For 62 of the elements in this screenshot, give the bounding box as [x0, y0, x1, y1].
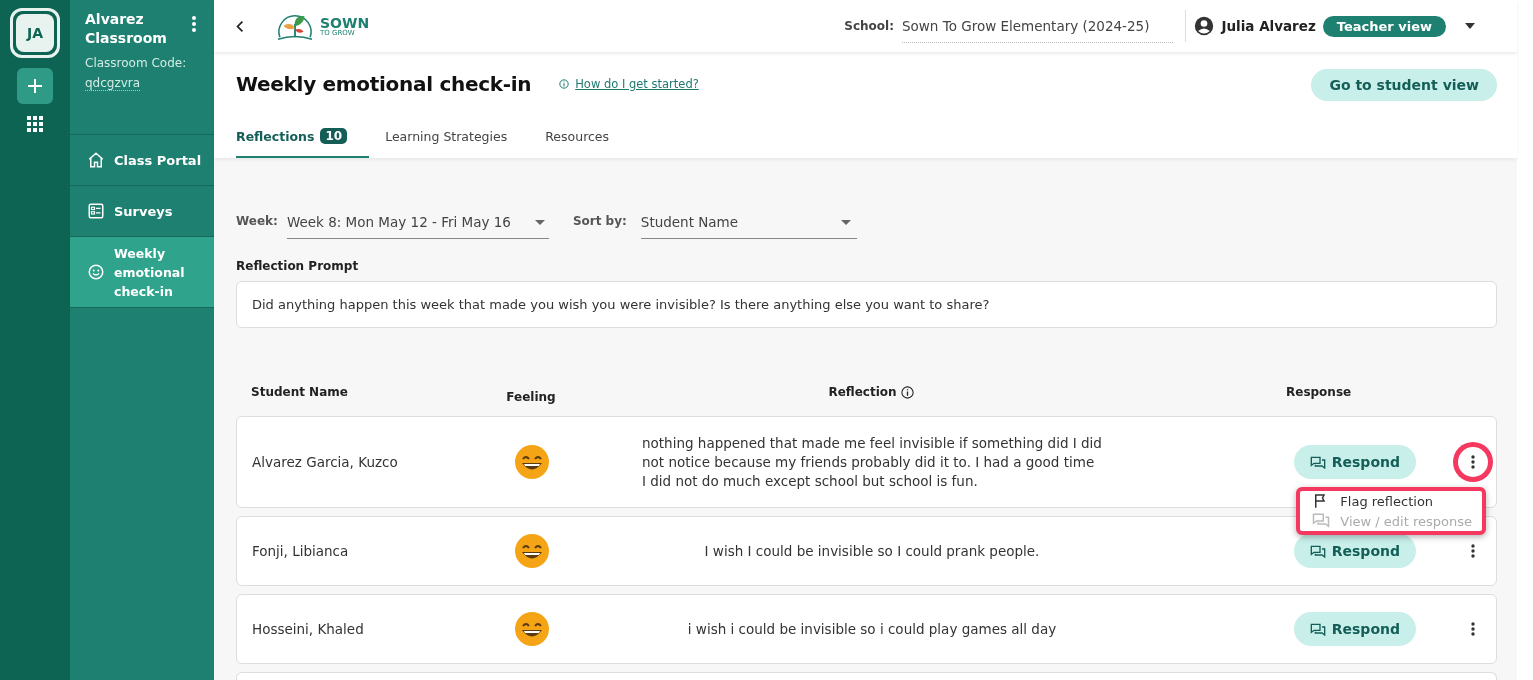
- tab[interactable]: Resources: [529, 116, 632, 158]
- user-name: Julia Alvarez: [1221, 18, 1316, 34]
- chevron-left-icon: [236, 19, 244, 33]
- count-badge: 10: [320, 128, 348, 144]
- account-icon: [1194, 16, 1215, 36]
- kebab-icon: [1471, 544, 1475, 558]
- reflection-text: I wish I could be invisible so I could prank people.: [704, 541, 1040, 561]
- kebab-icon: [1471, 622, 1475, 636]
- sort-label: Sort by:: [572, 213, 627, 228]
- chat-icon: [1309, 455, 1326, 469]
- week-label: Week:: [236, 213, 278, 228]
- reflection-text: nothing happened that made me feel invisible if something did I did not notice because my friends probably did it to. I had a good time I did not do much except school but school is fun.: [642, 433, 1102, 491]
- smiley-icon: [87, 263, 105, 281]
- grinning-face-icon: [514, 533, 550, 569]
- prompt-label: Reflection Prompt: [236, 259, 360, 273]
- kebab-icon: [192, 16, 196, 32]
- add-button[interactable]: [17, 68, 53, 104]
- student-name: Alvarez Garcia, Kuzco: [252, 454, 398, 470]
- caret-down-icon: [840, 219, 851, 225]
- school-label: School:: [844, 19, 894, 33]
- sidebar-item[interactable]: Weekly emotional check-in: [70, 237, 214, 308]
- classroom-code: qdcgzvra: [85, 76, 141, 91]
- grinning-face-icon: [514, 444, 550, 480]
- tab[interactable]: Learning Strategies: [369, 116, 530, 158]
- school-dropdown[interactable]: Sown To Grow Elementary (2024-25): [901, 13, 1174, 43]
- respond-button[interactable]: Respond: [1293, 445, 1416, 479]
- kebab-icon: [1471, 455, 1475, 469]
- grinning-face-icon: [514, 611, 550, 647]
- info-icon: [900, 385, 914, 399]
- caret-down-icon: [1465, 23, 1475, 29]
- menu-item[interactable]: Flag reflection: [1300, 491, 1482, 511]
- home-icon: [87, 151, 105, 169]
- sort-dropdown[interactable]: Student Name: [640, 210, 857, 239]
- page-title: Weekly emotional check-in: [236, 72, 532, 96]
- column-header: Reflection: [828, 385, 897, 399]
- plus-icon: [27, 78, 43, 94]
- list-icon: [87, 202, 105, 220]
- respond-button[interactable]: Respond: [1293, 612, 1416, 646]
- info-icon: [559, 79, 570, 89]
- column-header: Response: [1286, 385, 1352, 399]
- reflection-text: i wish i could be invisible so i could play games all day: [687, 619, 1057, 639]
- chat-icon: [1312, 512, 1331, 530]
- student-name: Hosseini, Khaled: [252, 621, 364, 637]
- tab[interactable]: Reflections 10: [236, 116, 370, 158]
- classroom-code-label: Classroom Code:: [85, 56, 188, 70]
- student-view-button[interactable]: Go to student view: [1311, 69, 1497, 101]
- column-header: Feeling: [506, 390, 556, 404]
- classroom-name: Alvarez Classroom: [85, 10, 168, 48]
- help-link[interactable]: How do I get started?: [559, 77, 699, 91]
- student-name: Fonji, Libianca: [252, 543, 349, 559]
- chat-icon: [1309, 622, 1326, 636]
- avatar-button[interactable]: JA: [10, 8, 60, 58]
- apps-button[interactable]: [25, 114, 45, 134]
- caret-down-icon: [534, 219, 545, 225]
- view-badge: Teacher view: [1322, 15, 1446, 37]
- grid-icon: [27, 116, 43, 132]
- respond-button[interactable]: Respond: [1293, 534, 1416, 568]
- chat-icon: [1309, 544, 1326, 558]
- week-dropdown[interactable]: Week 8: Mon May 12 - Fri May 16: [286, 210, 549, 239]
- column-header: Student Name: [251, 385, 348, 399]
- logo-wordmark: SOWN: [320, 15, 370, 30]
- prompt-text: Did anything happen this week that made you wish you were invisible? Is there anything else you want to share?: [236, 281, 1497, 328]
